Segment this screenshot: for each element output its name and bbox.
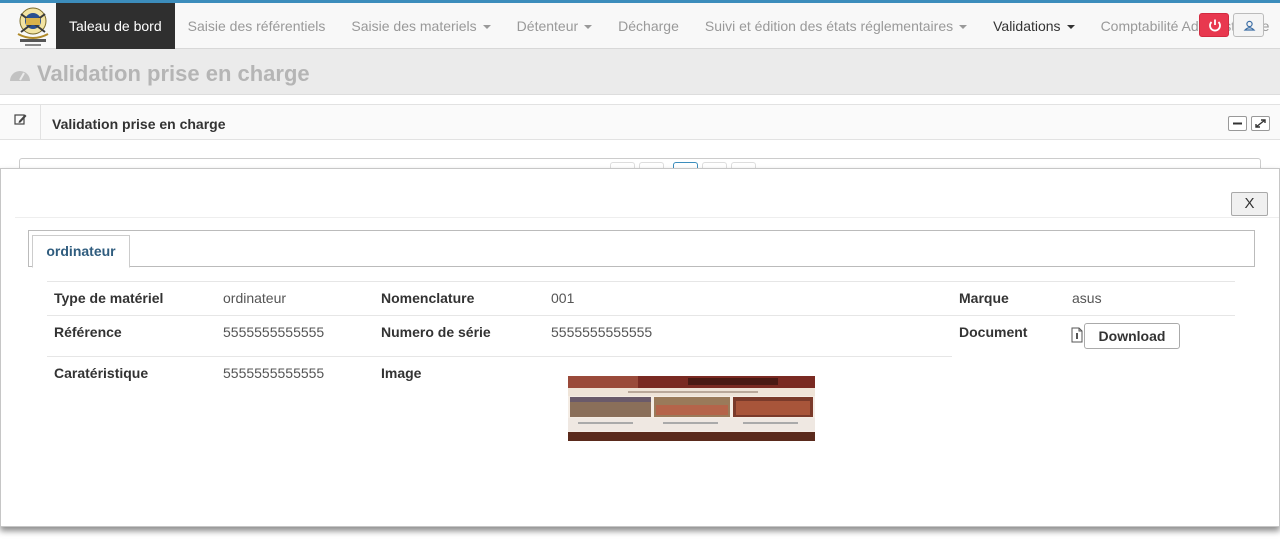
type-materiel-value: ordinateur (223, 290, 287, 306)
logo[interactable] (12, 4, 54, 48)
power-icon (1209, 19, 1221, 32)
nav-label: Saisie des materiels (351, 18, 477, 34)
nav-item-saisie-referentiels[interactable]: Saisie des référentiels (175, 3, 339, 49)
reference-label: Référence (54, 324, 122, 340)
nomenclature-label: Nomenclature (381, 290, 475, 306)
nav-label: Taleau de bord (69, 18, 162, 34)
image-label: Image (381, 365, 422, 381)
caracteristique-label: Caratéristique (54, 365, 149, 381)
nav-label: Suivi et édition des états réglementaire… (704, 18, 954, 34)
row-divider (47, 315, 1235, 316)
nav-item-tableau-de-bord[interactable]: Taleau de bord (56, 3, 175, 49)
nav-label: Saisie des référentiels (187, 18, 326, 34)
tab-bar: ordinateur (28, 230, 1255, 268)
download-button[interactable]: Download (1084, 323, 1180, 349)
document-file-icon (1071, 327, 1083, 343)
page-title: Validation prise en charge (37, 61, 310, 86)
tab-ordinateur[interactable]: ordinateur (32, 235, 130, 268)
user-button[interactable] (1233, 13, 1264, 37)
nav-item-saisie-materiels[interactable]: Saisie des materiels (338, 3, 503, 49)
panel-header: Validation prise en charge (0, 104, 1280, 140)
nav-label: Décharge (618, 18, 679, 34)
close-button[interactable]: X (1231, 192, 1268, 216)
row-divider (47, 356, 952, 357)
nav-item-decharge[interactable]: Décharge (605, 3, 692, 49)
marque-label: Marque (959, 290, 1009, 306)
caret-down-icon (584, 25, 593, 30)
page-heading: Validation prise en charge (0, 49, 1280, 95)
nav-item-detenteur[interactable]: Détenteur (504, 3, 605, 49)
minus-icon (1233, 122, 1242, 125)
nomenclature-value: 001 (551, 290, 575, 306)
caret-down-icon (1066, 25, 1075, 30)
dashboard-gauge-icon (10, 71, 30, 81)
numero-serie-value: 5555555555555 (551, 324, 653, 340)
nav-item-suivi-edition[interactable]: Suivi et édition des états réglementaire… (692, 3, 980, 49)
fullscreen-button[interactable] (1251, 116, 1270, 131)
panel-title: Validation prise en charge (52, 116, 226, 132)
top-navbar: Taleau de bord Saisie des référentiels S… (0, 0, 1280, 49)
caracteristique-value: 5555555555555 (223, 365, 325, 381)
caret-down-icon (482, 25, 491, 30)
user-icon (1243, 20, 1256, 31)
edit-icon (14, 114, 27, 125)
modal-header-divider (15, 217, 1279, 218)
numero-serie-label: Numero de série (381, 324, 491, 340)
type-materiel-label: Type de matériel (54, 290, 164, 306)
details-modal: X ordinateur Type de matériel ordinateur… (0, 168, 1280, 527)
document-label: Document (959, 324, 1028, 340)
collapse-button[interactable] (1228, 116, 1247, 131)
nav-label: Validations (993, 18, 1061, 34)
marque-value: asus (1072, 290, 1102, 306)
row-divider (47, 281, 1235, 282)
reference-value: 5555555555555 (223, 324, 325, 340)
nav-item-validations[interactable]: Validations (980, 3, 1087, 49)
logout-button[interactable] (1199, 13, 1229, 37)
material-image-thumbnail[interactable] (568, 376, 815, 441)
panel-divider (40, 105, 41, 140)
caret-down-icon (959, 25, 968, 30)
nav-label: Détenteur (516, 18, 579, 34)
expand-icon (1255, 119, 1266, 128)
